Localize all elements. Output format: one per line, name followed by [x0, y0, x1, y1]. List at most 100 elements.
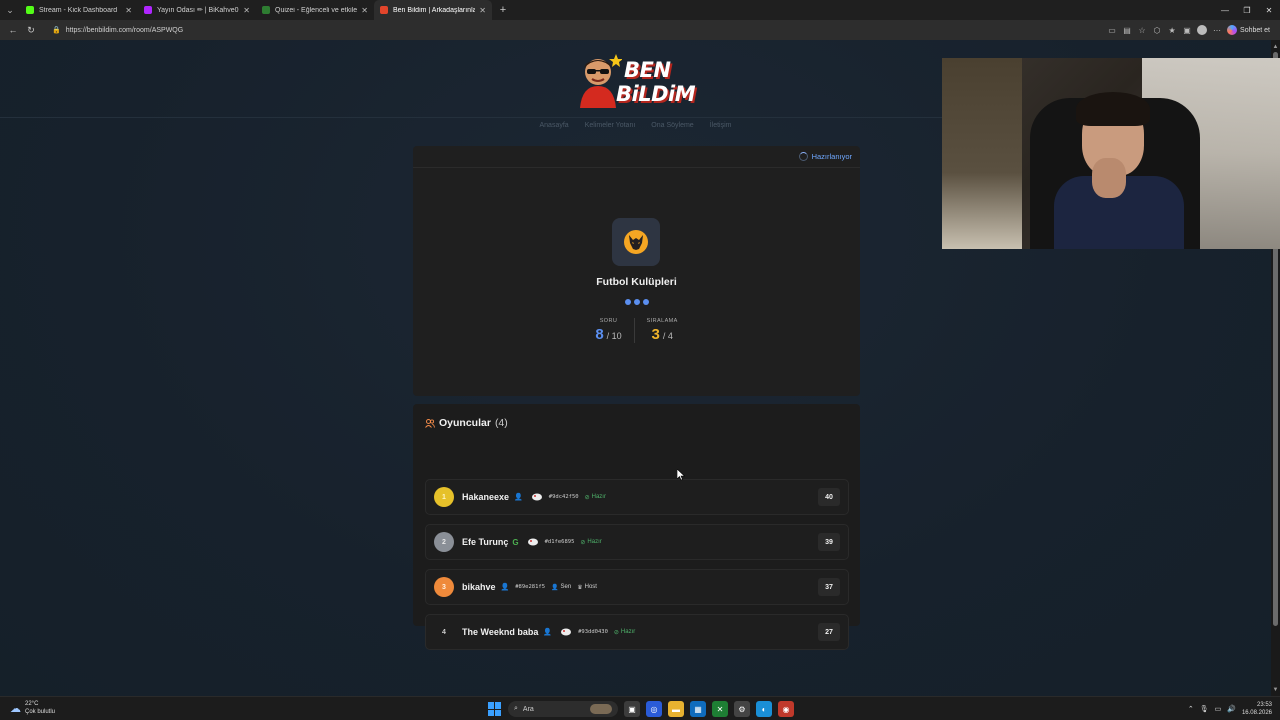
webcam-person-hand	[1092, 158, 1126, 198]
players-title: Oyuncular	[439, 417, 491, 429]
mouse-cursor-icon	[677, 469, 685, 481]
restore-icon[interactable]: ❐	[1236, 0, 1258, 20]
store-icon[interactable]: ▦	[690, 701, 706, 717]
clock-date: 16.08.2026	[1241, 710, 1272, 716]
quizei-favicon-icon	[262, 6, 270, 14]
search-highlight-icon	[590, 704, 612, 714]
browser-tab-bar: ⌄ Stream - Kick Dashboard ✕ Yayın Odası …	[0, 0, 1280, 20]
tab-label: Quizei - Eğlenceli ve etkileşimli qu	[275, 6, 358, 14]
taskbar-apps: ⌕ Ara ▣ ◎ ▬ ▦ ✕ ⚙ ◐ ◉	[488, 700, 794, 718]
nav-link-home[interactable]: Anasayfa	[540, 122, 569, 129]
rank-badge: 3	[434, 577, 454, 597]
kick-favicon-icon	[26, 6, 34, 14]
question-label: SORU	[599, 318, 618, 324]
task-view-icon[interactable]: ▣	[624, 701, 640, 717]
nav-link-ona-soyleme[interactable]: Ona Söyleme	[651, 122, 693, 129]
close-tab-icon[interactable]: ✕	[361, 6, 368, 15]
network-icon[interactable]: ▭	[1215, 705, 1222, 713]
split-screen-icon[interactable]: ▭	[1107, 25, 1117, 35]
edge-browser-icon[interactable]: ◐	[756, 701, 772, 717]
player-id: #89e281f5	[515, 584, 546, 590]
weather-temp: 22°C	[25, 701, 39, 707]
extensions-icon[interactable]: ⬡	[1152, 25, 1162, 35]
clock[interactable]: 23:53 16.08.2026	[1242, 701, 1272, 717]
windows-start-icon[interactable]	[488, 702, 502, 716]
scroll-down-icon[interactable]: ▼	[1271, 685, 1280, 694]
microphone-icon[interactable]: 🎙	[1200, 705, 1209, 713]
browser-address-bar: ← ↻ 🔒 https://benbildim.com/room/ASPWQG …	[0, 20, 1280, 40]
site-info-icon[interactable]: 🔒	[52, 26, 61, 34]
category-title: Futbol Kulüpleri	[596, 276, 677, 288]
user-icon: 👤	[543, 629, 553, 636]
taskbar-search[interactable]: ⌕ Ara	[508, 701, 618, 717]
nav-link-contact[interactable]: İletişim	[710, 122, 732, 129]
xbox-icon[interactable]: ✕	[712, 701, 728, 717]
tab-quizei[interactable]: Quizei - Eğlenceli ve etkileşimli qu ✕	[256, 0, 374, 20]
player-row: 3 bikahve 👤 #89e281f5 👤 Sen ♛ Host 37	[425, 569, 849, 605]
search-icon: ⌕	[514, 705, 518, 712]
ben-bildim-logo[interactable]: BEN BiLDiM	[574, 50, 696, 110]
reader-icon[interactable]: ▤	[1122, 25, 1132, 35]
new-tab-icon[interactable]: +	[496, 3, 510, 17]
players-header: Oyuncular (4)	[425, 417, 508, 429]
crown-icon: ♛	[577, 584, 583, 591]
tab-kick-dashboard[interactable]: Stream - Kick Dashboard ✕	[20, 0, 138, 20]
quiz-card-header: Hazırlanıyor	[413, 146, 860, 168]
close-window-icon[interactable]: ✕	[1258, 0, 1280, 20]
self-badge: 👤 Sen	[551, 584, 571, 591]
weather-widget[interactable]: ☁ 22°C Çok bulutlu	[10, 700, 55, 716]
tab-actions-menu-icon[interactable]: ⌄	[0, 0, 20, 20]
copilot-button[interactable]: Sohbet et	[1227, 25, 1270, 35]
player-score: 37	[818, 578, 840, 596]
users-icon	[425, 418, 435, 428]
check-icon: ⊘	[613, 629, 619, 636]
copilot-app-icon[interactable]: ◎	[646, 701, 662, 717]
player-row: 4 The Weeknd baba 👤 #93dd0430 ⊘ Hazır 27	[425, 614, 849, 650]
profile-avatar-icon[interactable]	[1197, 25, 1208, 35]
tab-ben-bildim[interactable]: Ben Bildim | Arkadaşlarınla Online ✕	[374, 0, 492, 20]
category-icon-box	[612, 218, 660, 266]
check-icon: ⊘	[580, 539, 586, 546]
user-icon: 👤	[551, 584, 559, 591]
webcam-overlay	[942, 58, 1280, 249]
clock-time: 23:53	[1256, 702, 1272, 708]
file-explorer-icon[interactable]: ▬	[668, 701, 684, 717]
status-indicator: Hazırlanıyor	[798, 152, 852, 161]
dot	[643, 299, 649, 305]
settings-gear-icon[interactable]: ⚙	[734, 701, 750, 717]
player-row: 2 Efe Turunç G #d1fe6895 ⊘ Hazır 39	[425, 524, 849, 560]
tab-label: Stream - Kick Dashboard	[39, 6, 118, 14]
url-field[interactable]: 🔒 https://benbildim.com/room/ASPWQG	[48, 23, 1098, 37]
question-total: / 10	[606, 331, 622, 341]
more-options-icon[interactable]: ⋯	[1212, 25, 1222, 35]
close-tab-icon[interactable]: ✕	[125, 6, 132, 15]
animal-avatar-icon	[527, 538, 538, 546]
wallet-icon[interactable]: ▣	[1182, 25, 1192, 35]
copilot-icon	[1227, 25, 1238, 35]
tray-overflow-icon[interactable]: ⌃	[1188, 705, 1194, 713]
close-tab-icon[interactable]: ✕	[479, 6, 486, 15]
wolves-crest-icon	[624, 230, 648, 254]
close-tab-icon[interactable]: ✕	[243, 6, 250, 15]
animal-avatar-icon	[531, 493, 542, 501]
window-controls: — ❐ ✕	[1214, 0, 1280, 20]
nav-link-words[interactable]: Kelimeler Yotanı	[585, 122, 636, 129]
reload-icon[interactable]: ↻	[22, 21, 40, 39]
google-icon: G	[512, 537, 519, 547]
obs-icon[interactable]: ◉	[778, 701, 794, 717]
collections-icon[interactable]: ★	[1167, 25, 1177, 35]
player-row: 1 Hakaneexe 👤 #9dc42f50 ⊘ Hazır 40	[425, 479, 849, 515]
animal-avatar-icon	[561, 628, 572, 636]
back-icon[interactable]: ←	[4, 21, 22, 39]
player-score: 40	[818, 488, 840, 506]
user-icon: 👤	[514, 494, 523, 501]
minimize-icon[interactable]: —	[1214, 0, 1236, 20]
scroll-up-icon[interactable]: ▲	[1271, 42, 1280, 51]
tab-yayin-odasi[interactable]: Yayın Odası ✏ | BiKahve0 ✕	[138, 0, 256, 20]
player-id: #9dc42f50	[548, 494, 579, 500]
player-score: 39	[818, 533, 840, 551]
volume-icon[interactable]: 🔊	[1227, 705, 1236, 713]
favorite-star-icon[interactable]: ☆	[1137, 25, 1147, 35]
dot	[625, 299, 631, 305]
quiz-stats: SORU 8 / 10 SIRALAMA 3 / 4	[413, 318, 860, 343]
